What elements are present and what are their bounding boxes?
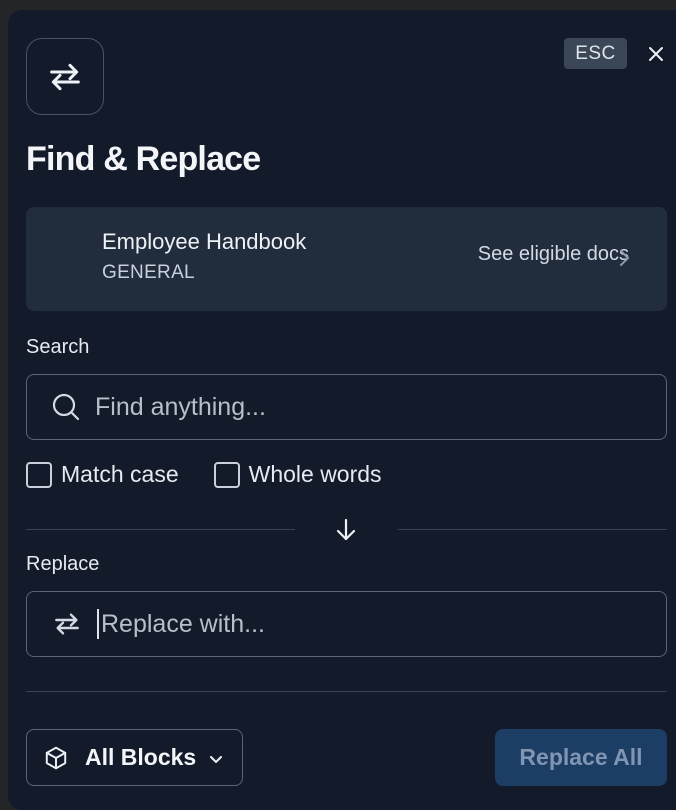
search-options: Match case Whole words	[26, 461, 382, 488]
close-button[interactable]	[644, 42, 668, 66]
esc-shortcut-badge[interactable]: ESC	[564, 38, 627, 69]
search-input[interactable]	[95, 392, 666, 422]
scope-label: All Blocks	[85, 744, 197, 770]
search-icon	[52, 393, 80, 421]
match-case-checkbox[interactable]: Match case	[26, 461, 179, 488]
cube-icon	[45, 746, 67, 769]
search-field[interactable]	[26, 374, 667, 440]
document-name: Employee Handbook	[102, 229, 307, 254]
whole-words-checkbox[interactable]: Whole words	[213, 461, 382, 488]
replace-input[interactable]	[101, 609, 666, 639]
text-caret	[97, 609, 99, 639]
chevron-right-icon	[620, 250, 629, 266]
arrow-down-icon	[336, 518, 356, 541]
document-card: Employee Handbook GENERAL See eligible d…	[26, 207, 667, 311]
replace-label: Replace	[26, 553, 100, 575]
swap-arrows-icon	[55, 613, 79, 635]
whole-words-label: Whole words	[248, 461, 382, 487]
divider-right	[398, 529, 667, 530]
search-label: Search	[26, 336, 90, 358]
replace-field[interactable]	[26, 591, 667, 657]
match-case-box[interactable]	[26, 461, 52, 488]
divider-left	[26, 529, 295, 530]
document-space: GENERAL	[102, 262, 195, 283]
see-eligible-docs-label: See eligible docs	[477, 243, 629, 265]
chevron-down-icon	[210, 756, 223, 763]
replace-all-button[interactable]: Replace All	[495, 729, 667, 786]
see-eligible-docs-link[interactable]: See eligible docs	[478, 243, 629, 266]
scope-dropdown-button[interactable]: All Blocks	[26, 729, 243, 786]
dialog-title: Find & Replace	[26, 140, 261, 178]
whole-words-box[interactable]	[213, 461, 240, 488]
footer-divider	[26, 691, 667, 692]
swap-arrows-icon	[26, 38, 104, 115]
match-case-label: Match case	[61, 461, 179, 487]
close-icon	[649, 47, 663, 61]
find-replace-dialog: ESC Find & Replace Employee Handbook GEN…	[8, 10, 676, 810]
